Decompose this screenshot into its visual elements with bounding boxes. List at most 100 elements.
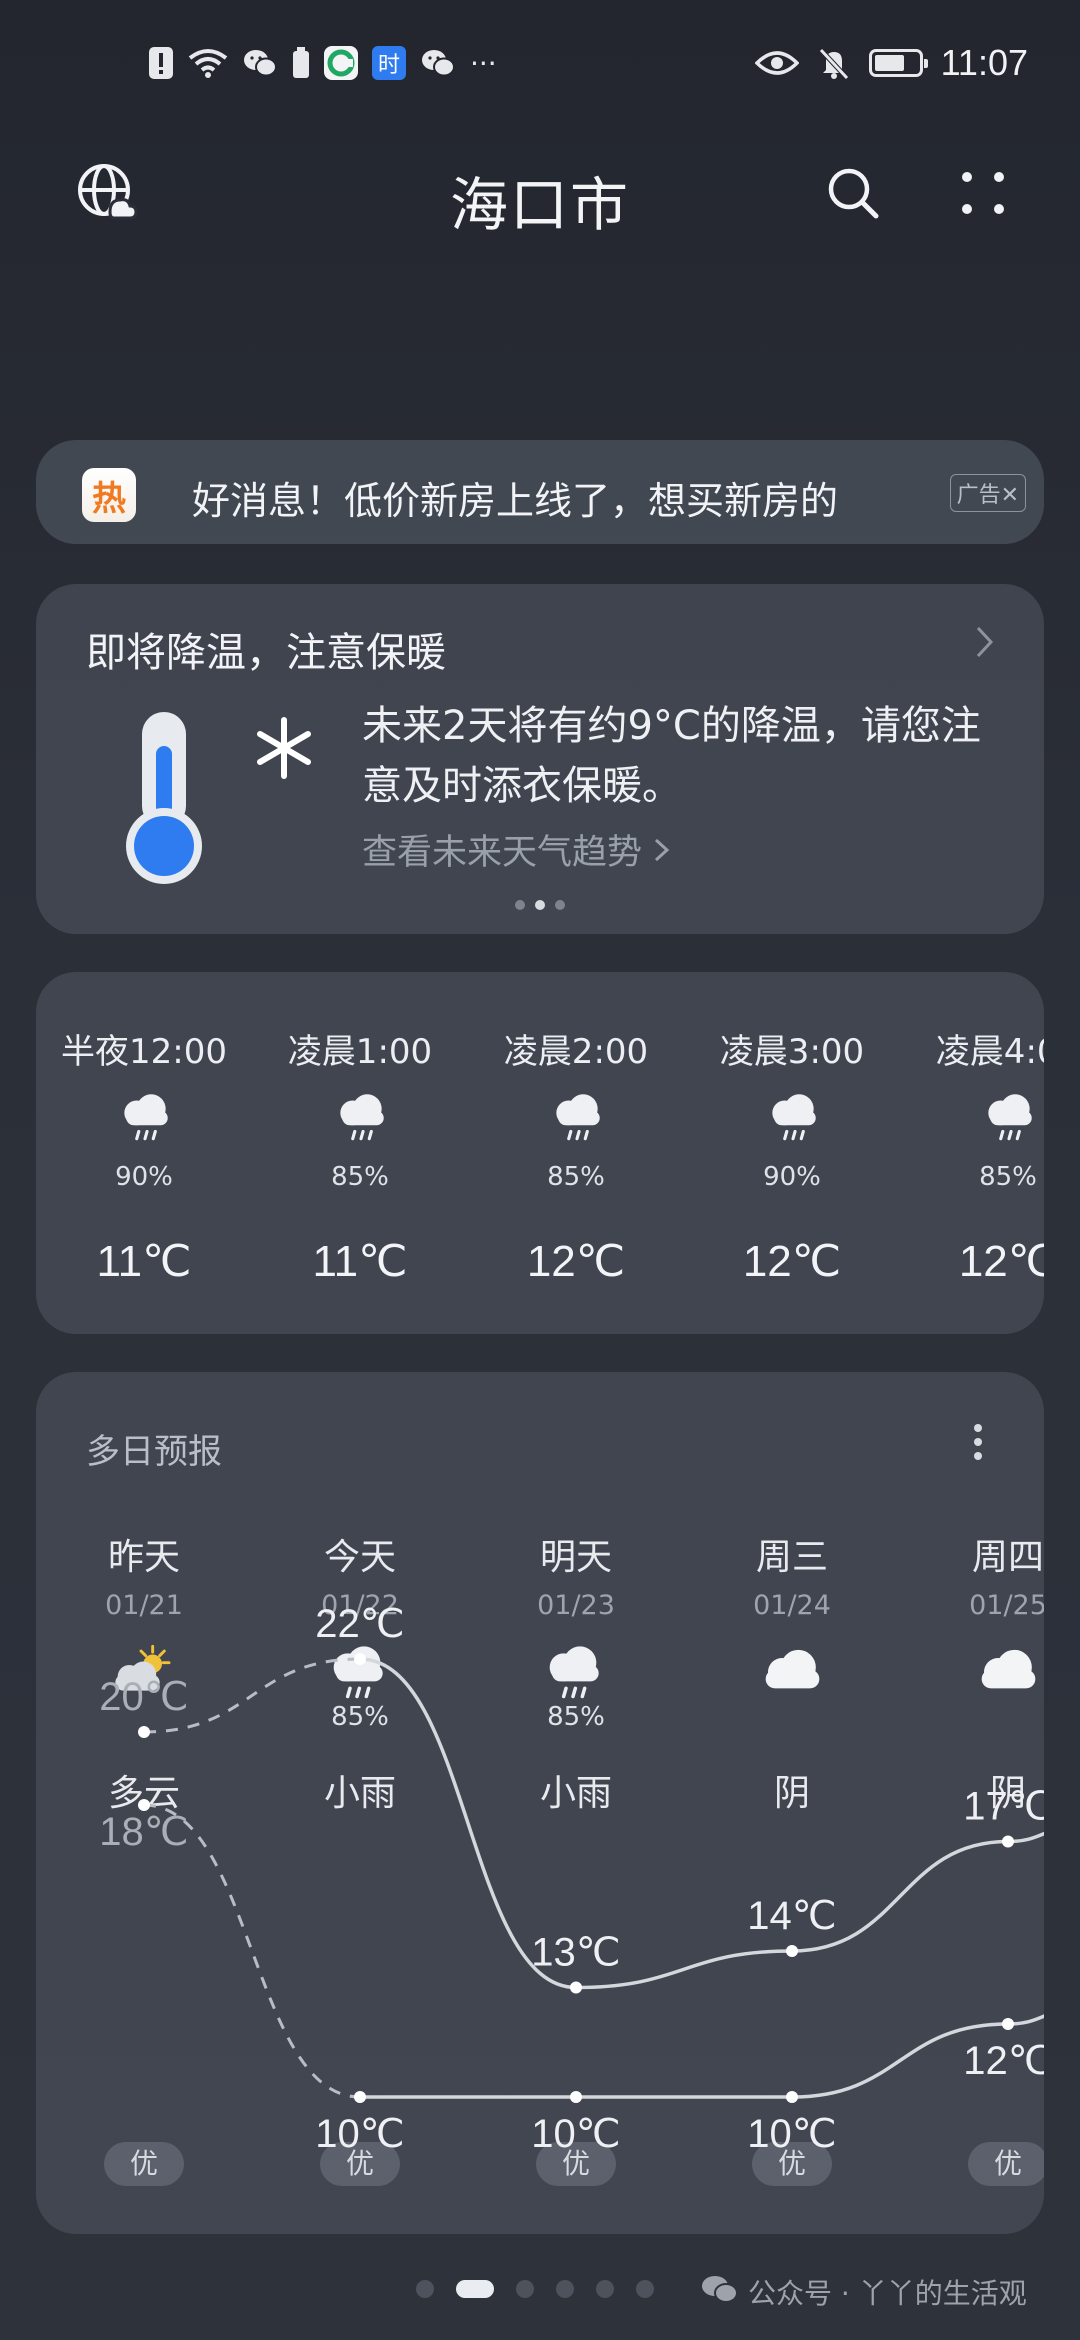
low-temp-point [354,2091,366,2103]
alert-icon [148,46,174,80]
hour-time: 凌晨2:00 [503,1032,649,1072]
alert-title: 即将降温，注意保暖 [86,630,446,676]
overcast-icon [970,1644,1040,1704]
hour-time: 凌晨3:00 [719,1032,865,1072]
page-dot[interactable] [596,2280,614,2298]
day-condition: 阴 [773,1773,810,1814]
wifi-icon [188,47,228,79]
hour-temp: 12℃ [958,1237,1044,1286]
cloud-rain-icon [114,1092,176,1146]
hour-time: 凌晨1:00 [287,1032,433,1072]
hour-time: 半夜12:00 [61,1032,227,1072]
cloud-rain-icon [762,1092,824,1146]
page-dot[interactable] [516,2280,534,2298]
page-dot[interactable] [636,2280,654,2298]
hour-precip: 85% [331,1162,389,1192]
hour-temp: 11℃ [312,1237,408,1286]
hot-badge: 热 [82,468,136,522]
chevron-right-small-icon [653,833,671,873]
wechat-icon-2 [420,48,456,78]
page-dot[interactable] [456,2280,494,2298]
overcast-icon [754,1644,824,1704]
low-temp-point [570,2091,582,2103]
low-temp-label: 12℃ [963,2039,1044,2083]
battery-fill [874,55,904,71]
header: 海口市 [0,150,1080,240]
menu-button[interactable] [948,160,1018,230]
hour-precip: 90% [763,1162,821,1192]
battery-small-icon [292,47,310,79]
more-vert-icon[interactable] [972,1422,984,1466]
search-icon [826,166,880,224]
status-bar: 时 ··· 11:07 [0,0,1080,130]
watermark: 公众号 · 丫丫的生活观 [700,2272,1027,2312]
hourly-forecast-card[interactable]: 半夜12:00 90% 11℃ 凌晨1:00 85% 11℃ 凌晨2:00 85% 12℃ 凌晨3… [36,972,1044,1334]
shi-app-icon: 时 [372,46,406,80]
watermark-text: 公众号 · 丫丫的生活观 [748,2277,1027,2310]
hour-temp: 11℃ [96,1237,192,1286]
clock: 11:07 [940,42,1028,83]
eye-icon [754,49,799,77]
chevron-right-icon[interactable] [974,624,996,664]
day-condition: 小雨 [539,1773,612,1814]
ad-text[interactable]: 好消息！低价新房上线了，想买新房的 [192,470,922,525]
hour-precip: 85% [979,1162,1037,1192]
trend-link[interactable]: 查看未来天气趋势 [362,824,671,875]
aqi-badge[interactable]: 优 [320,2142,400,2186]
high-temp-point [1002,1835,1014,1848]
cloud-rain-icon [978,1092,1040,1146]
day-date: 01/22 [321,1590,399,1621]
more-notifications: ··· [470,46,497,80]
day-precip: 85% [547,1702,605,1732]
cloud-rain-icon [330,1092,392,1146]
day-name: 昨天 [107,1537,180,1578]
partly-cloudy-icon [106,1644,176,1704]
cold-alert-card[interactable]: 即将降温，注意保暖 未来2天将有约9°C的降温，请您注意及时添衣保暖。 查看未来… [36,584,1044,934]
daily-title: 多日预报 [86,1432,222,1472]
high-temp-point [138,1726,150,1738]
low-temp-line [359,2014,1044,2099]
day-name: 今天 [323,1537,396,1578]
low-temp-point [786,2091,798,2103]
aqi-badge[interactable]: 优 [968,2142,1044,2186]
day-date: 01/21 [105,1590,183,1621]
day-precip: 85% [331,1702,389,1732]
day-name: 明天 [539,1537,612,1578]
daily-forecast-card[interactable]: 多日预报 昨天 01/21 多云优 今天 01/22 85% 小雨优 明天 01/23 85% 小雨… [36,1372,1044,2234]
hour-precip: 90% [115,1162,173,1192]
cloud-rain-icon [322,1644,392,1704]
high-temp-point [786,1945,798,1957]
four-dots-icon [959,169,1007,221]
day-condition: 阴 [989,1773,1026,1814]
alert-body: 未来2天将有约9°C的降温，请您注意及时添衣保暖。 [362,703,981,809]
wechat-logo-icon [700,2274,738,2311]
ad-close-tag[interactable]: 广告✕ [949,474,1026,512]
city-page-indicator[interactable] [416,2280,654,2298]
low-temp-point [1002,2018,1014,2030]
search-button[interactable] [818,160,888,230]
ad-banner[interactable]: 热 好消息！低价新房上线了，想买新房的 广告✕ [36,440,1044,544]
wechat-icon [242,48,278,78]
day-name: 周三 [755,1537,828,1578]
high-temp-label: 14℃ [747,1894,836,1938]
hour-time: 凌晨4:00 [935,1032,1044,1072]
city-title[interactable]: 海口市 [0,158,1080,242]
page-dot[interactable] [416,2280,434,2298]
hour-temp: 12℃ [742,1237,842,1286]
low-temp-past-segment [143,1803,361,2099]
day-name: 周四 [971,1537,1044,1578]
page-dot[interactable] [556,2280,574,2298]
high-temp-label: 13℃ [531,1931,620,1975]
low-temp-label: 18℃ [99,1810,188,1854]
aqi-badge[interactable]: 优 [536,2142,616,2186]
day-condition: 多云 [107,1773,180,1814]
battery-icon [868,49,928,77]
high-temp-point [570,1981,582,1994]
hour-precip: 85% [547,1162,605,1192]
aqi-badge[interactable]: 优 [104,2142,184,2186]
aqi-badge[interactable]: 优 [752,2142,832,2186]
cloud-rain-icon [538,1644,608,1704]
mute-bell-icon [817,46,851,80]
day-condition: 小雨 [323,1773,396,1814]
hour-temp: 12℃ [526,1237,626,1286]
